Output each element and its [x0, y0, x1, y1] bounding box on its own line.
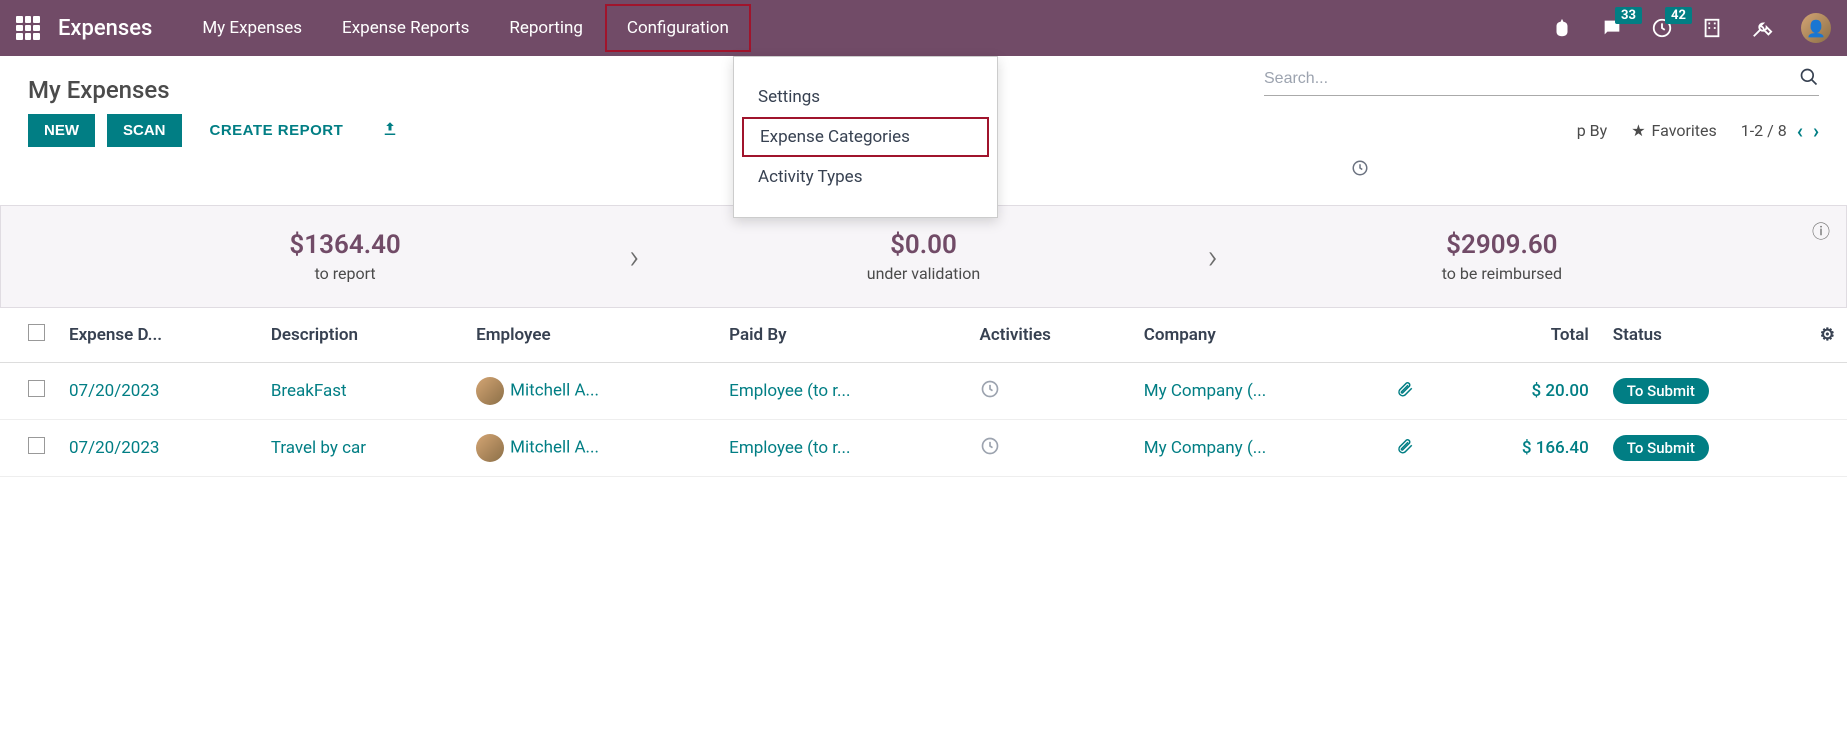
chevron-right-icon: › [629, 237, 639, 277]
create-report-button[interactable]: CREATE REPORT [194, 114, 360, 147]
apps-menu-icon[interactable] [16, 16, 40, 40]
activity-clock-icon[interactable] [980, 441, 1000, 461]
configuration-dropdown: Settings Expense Categories Activity Typ… [733, 56, 998, 218]
nav-expense-reports[interactable]: Expense Reports [324, 4, 487, 52]
pager-prev-icon[interactable]: ‹ [1797, 119, 1803, 143]
star-icon: ★ [1631, 121, 1645, 140]
activities-icon[interactable]: 42 [1651, 17, 1673, 39]
attachment-icon[interactable] [1396, 383, 1414, 403]
group-by-filter[interactable]: p By [1577, 121, 1608, 140]
col-company[interactable]: Company [1132, 308, 1384, 363]
user-avatar[interactable]: 👤 [1801, 13, 1831, 43]
dropdown-activity-types[interactable]: Activity Types [734, 157, 997, 197]
new-button[interactable]: NEW [28, 114, 95, 147]
debug-icon[interactable] [1551, 17, 1573, 39]
table-row[interactable]: 07/20/2023 Travel by car Mitchell A... E… [0, 420, 1847, 477]
col-total[interactable]: Total [1444, 308, 1601, 363]
favorites-filter[interactable]: ★ Favorites [1631, 121, 1717, 140]
chevron-right-icon: › [1208, 237, 1218, 277]
summary-to-report[interactable]: $1364.40 to report [61, 230, 629, 283]
messages-icon[interactable]: 33 [1601, 17, 1623, 39]
summary-to-reimburse[interactable]: $2909.60 to be reimbursed [1218, 230, 1786, 283]
clock-view-icon[interactable] [1351, 159, 1369, 181]
activities-badge: 42 [1665, 7, 1692, 24]
select-all-checkbox[interactable] [28, 324, 45, 341]
attachment-icon[interactable] [1396, 440, 1414, 460]
activity-clock-icon[interactable] [980, 384, 1000, 404]
col-employee[interactable]: Employee [464, 308, 717, 363]
expense-table: Expense D... Description Employee Paid B… [0, 308, 1847, 477]
app-brand[interactable]: Expenses [58, 16, 152, 41]
col-status[interactable]: Status [1601, 308, 1808, 363]
row-checkbox[interactable] [28, 380, 45, 397]
status-badge: To Submit [1613, 435, 1709, 461]
nav-configuration[interactable]: Configuration [605, 4, 751, 52]
search-icon[interactable] [1799, 67, 1819, 91]
scan-button[interactable]: SCAN [107, 114, 182, 147]
pager-next-icon[interactable]: › [1813, 119, 1819, 143]
col-paid-by[interactable]: Paid By [717, 308, 967, 363]
search-input[interactable] [1264, 70, 1799, 88]
dropdown-expense-categories[interactable]: Expense Categories [742, 117, 989, 157]
employee-avatar [476, 377, 504, 405]
company-icon[interactable] [1701, 17, 1723, 39]
table-row[interactable]: 07/20/2023 BreakFast Mitchell A... Emplo… [0, 363, 1847, 420]
summary-under-validation[interactable]: $0.00 under validation [639, 230, 1207, 283]
tools-icon[interactable] [1751, 17, 1773, 39]
col-activities[interactable]: Activities [968, 308, 1132, 363]
nav-my-expenses[interactable]: My Expenses [184, 4, 320, 52]
employee-avatar [476, 434, 504, 462]
nav-reporting[interactable]: Reporting [491, 4, 601, 52]
upload-icon[interactable] [381, 120, 399, 142]
help-icon[interactable]: ⓘ [1812, 218, 1830, 244]
col-description[interactable]: Description [259, 308, 464, 363]
messages-badge: 33 [1615, 7, 1642, 24]
col-date[interactable]: Expense D... [57, 308, 259, 363]
column-settings-icon[interactable]: ⚙ [1820, 325, 1835, 345]
status-badge: To Submit [1613, 378, 1709, 404]
row-checkbox[interactable] [28, 437, 45, 454]
dropdown-settings[interactable]: Settings [734, 77, 997, 117]
summary-bar: $1364.40 to report › $0.00 under validat… [0, 205, 1847, 308]
pager-range[interactable]: 1-2 / 8 [1741, 121, 1787, 140]
